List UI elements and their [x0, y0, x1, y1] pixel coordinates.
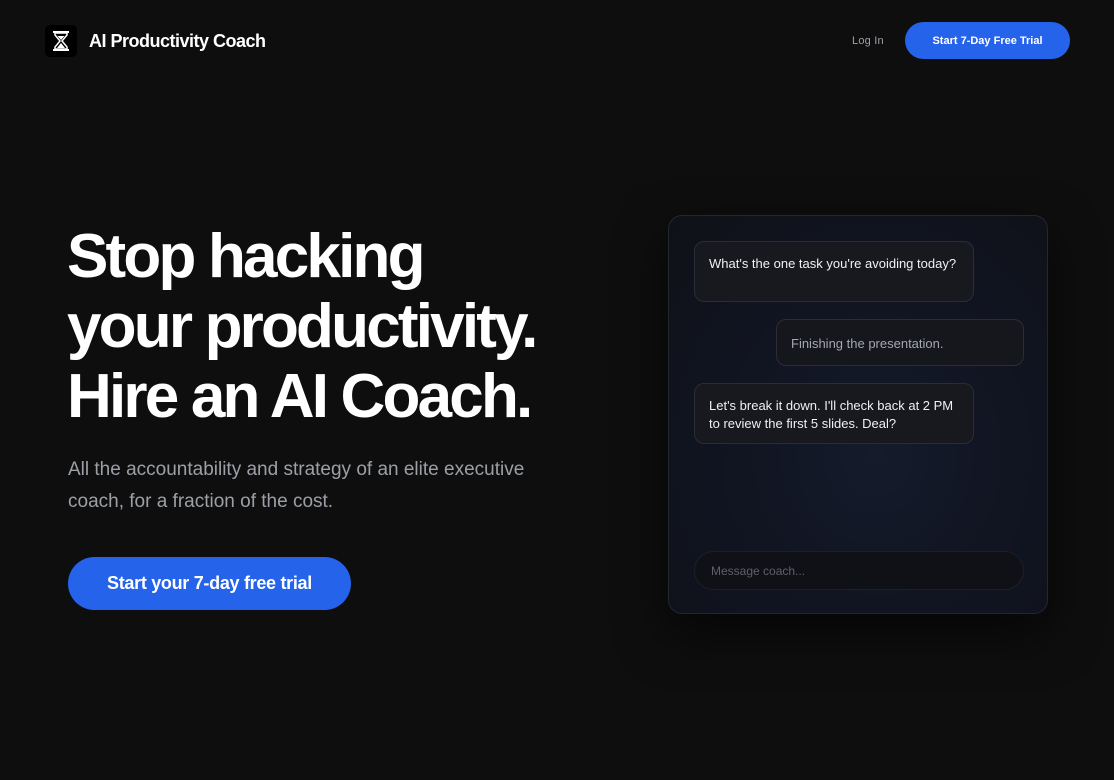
hero-title-line: your productivity.: [67, 292, 538, 361]
login-link[interactable]: Log In: [852, 34, 884, 48]
hero-title-line: Hire an AI Coach.: [67, 362, 533, 431]
user-message: Finishing the presentation.: [776, 319, 1024, 366]
chat-preview-card: What's the one task you're avoiding toda…: [668, 215, 1048, 614]
site-header: AI Productivity Coach Log In Start 7-Day…: [0, 0, 1114, 82]
brand-name[interactable]: AI Productivity Coach: [89, 30, 266, 52]
message-input[interactable]: [694, 551, 1024, 590]
coach-message: What's the one task you're avoiding toda…: [694, 241, 974, 302]
hero-title-line: Stop hacking: [67, 222, 425, 291]
coach-message: Let's break it down. I'll check back at …: [694, 383, 974, 444]
hourglass-icon: [53, 31, 69, 51]
start-trial-button[interactable]: Start 7-Day Free Trial: [905, 22, 1070, 59]
brand-logo[interactable]: [45, 25, 77, 57]
hero-trial-button[interactable]: Start your 7-day free trial: [68, 557, 351, 610]
hero-subtitle: All the accountability and strategy of a…: [68, 459, 525, 512]
hero-title: Stop hacking your productivity. Hire an …: [67, 222, 607, 432]
